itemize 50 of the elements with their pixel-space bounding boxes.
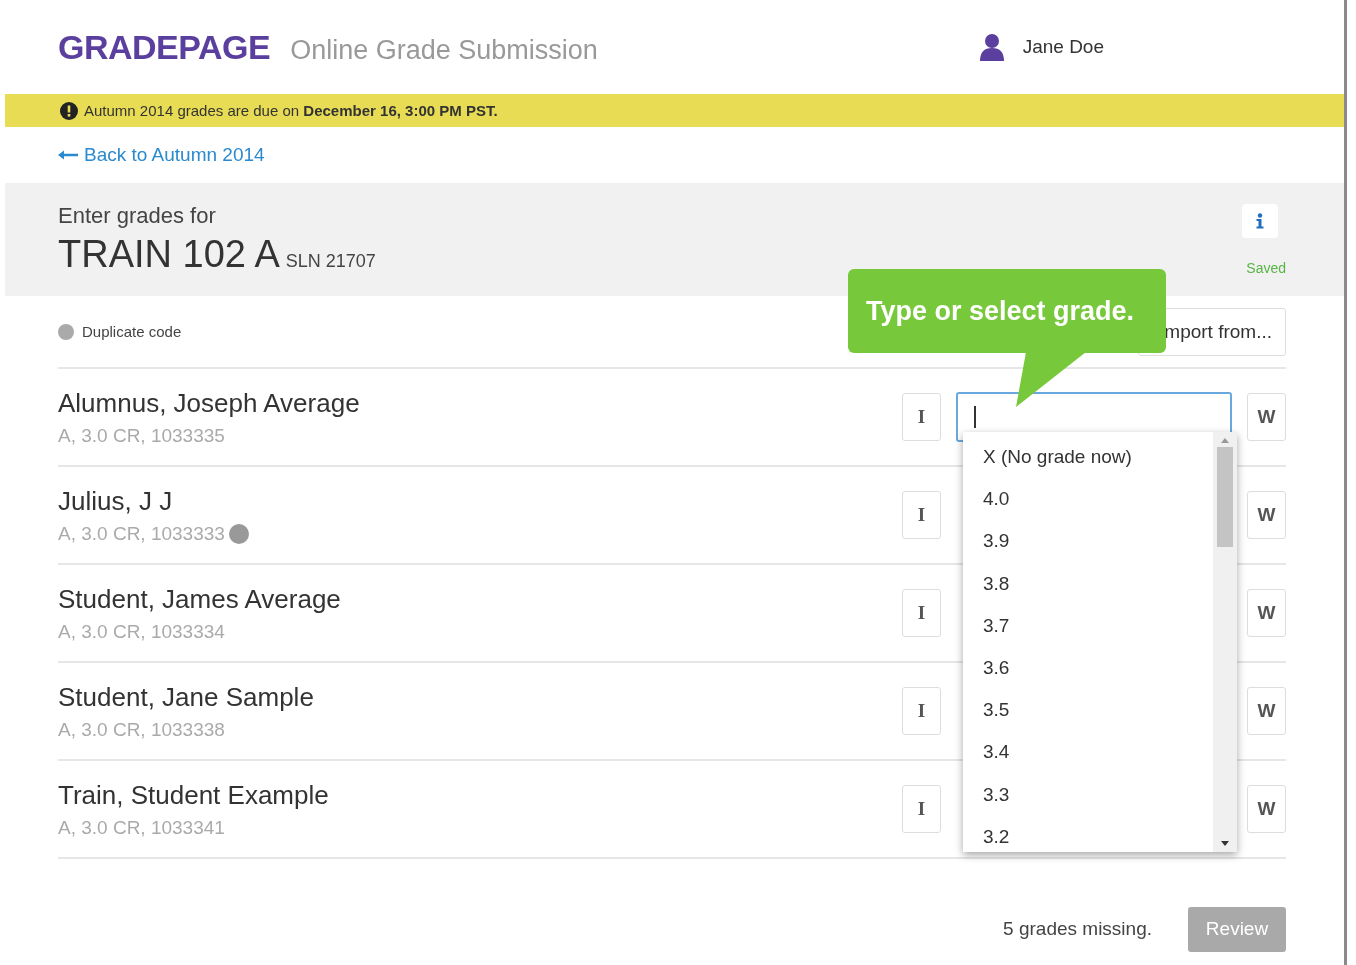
student-name: Student, Jane Sample [58,681,314,713]
student-name: Student, James Average [58,583,341,615]
student-detail: A, 3.0 CR, 1033338 [58,718,225,741]
incomplete-button[interactable]: I [902,491,941,539]
writing-button[interactable]: W [1247,393,1286,441]
writing-button[interactable]: W [1247,491,1286,539]
scrollbar-drawing[interactable] [1213,432,1237,852]
student-detail: A, 3.0 CR, 1033333 [58,522,225,545]
app-subtitle: Online Grade Submission [290,34,598,66]
deadline-message: Autumn 2014 grades are due on December 16, 3:00 PM PST. [84,102,498,119]
left-arrow-icon [58,150,78,160]
course-sln: SLN 21707 [285,251,376,272]
student-name: Julius, J J [58,485,174,517]
incomplete-button[interactable]: I [902,687,941,735]
grade-option[interactable]: 3.4 [963,731,1213,774]
student-detail: A, 3.0 CR, 1033335 [58,424,225,447]
writing-button[interactable]: W [1247,589,1286,637]
info-button[interactable] [1242,203,1278,238]
legend-label: Duplicate code [82,323,182,340]
incomplete-button[interactable]: I [902,393,941,441]
alert-icon [60,101,78,120]
course-title: TRAIN 102 A [58,233,280,276]
grade-option[interactable]: 3.7 [963,604,1213,647]
grade-option[interactable]: 3.6 [963,646,1213,690]
tooltip-pointer [1016,352,1086,407]
grade-option[interactable]: 3.9 [963,520,1213,563]
save-status: Saved [1246,259,1286,276]
grade-option[interactable]: 3.5 [963,689,1213,732]
writing-button[interactable]: W [1247,785,1286,833]
app-logo: GRADEPAGE [58,27,271,67]
writing-button[interactable]: W [1247,687,1286,735]
info-icon [1255,212,1265,229]
student-name: Alumnus, Joseph Average [58,387,360,419]
missing-count: 5 grades missing. [1003,918,1152,940]
grade-option[interactable]: X (No grade now) [963,436,1213,479]
student-detail: A, 3.0 CR, 1033334 [58,620,225,643]
student-detail: A, 3.0 CR, 1033341 [58,816,225,839]
user-name[interactable]: Jane Doe [1022,36,1104,58]
incomplete-button[interactable]: I [902,785,941,833]
incomplete-button[interactable]: I [902,589,941,637]
student-name: Train, Student Example [58,779,329,811]
back-link[interactable]: Back to Autumn 2014 [58,144,265,166]
grade-option[interactable]: 3.2 [963,815,1213,858]
grade-option[interactable]: 3.8 [963,562,1213,605]
text-cursor-icon [974,406,976,428]
user-icon [978,33,1005,61]
grade-option[interactable]: 4.0 [963,478,1213,521]
grade-option[interactable]: 3.3 [963,773,1213,816]
duplicate-dot-icon [58,323,74,340]
course-prompt: Enter grades for [58,203,217,229]
